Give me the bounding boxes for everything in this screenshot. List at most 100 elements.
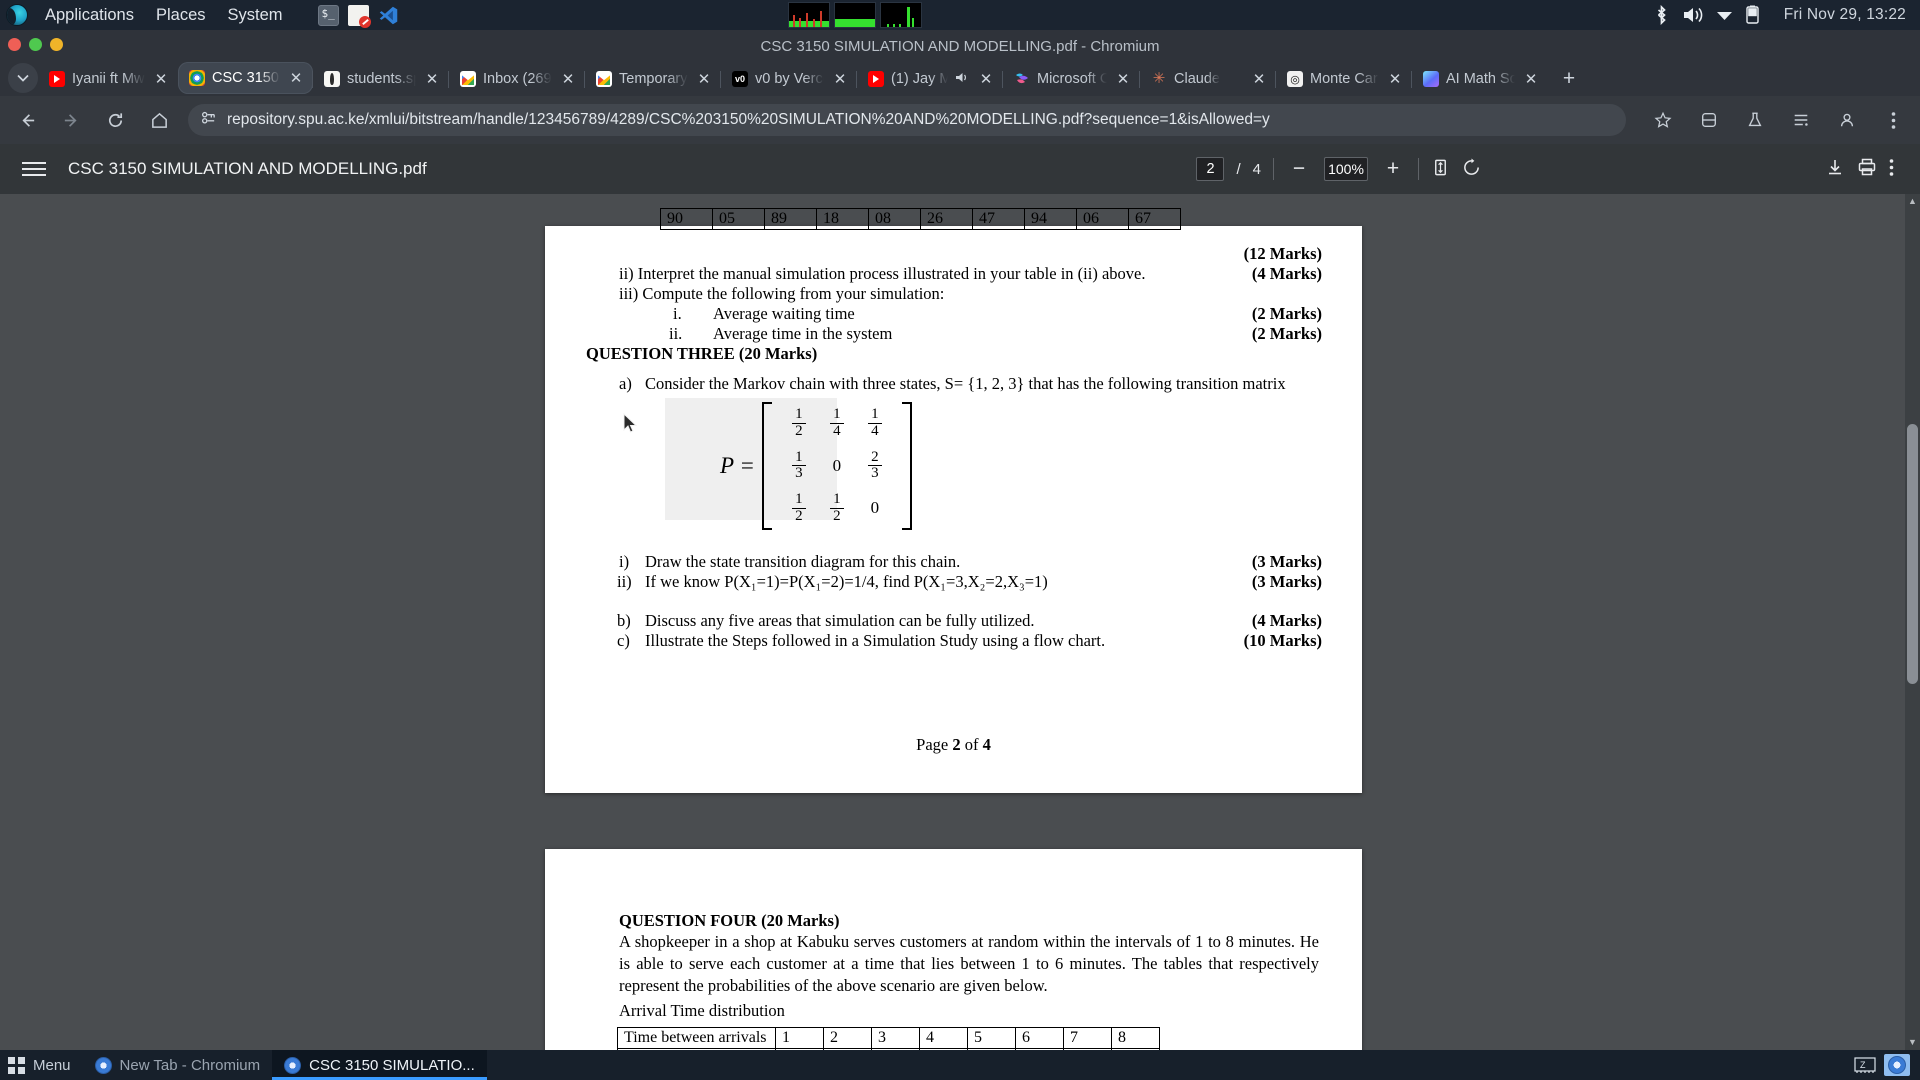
forward-arrow-icon[interactable] <box>54 103 88 137</box>
visualizer-panel-3 <box>880 2 922 28</box>
tab-search-button[interactable] <box>8 63 38 93</box>
matrix-cell: 12 <box>780 491 818 525</box>
taskbar-item-csc-pdf[interactable]: CSC 3150 SIMULATIO... <box>272 1050 487 1080</box>
bluetooth-icon[interactable] <box>1653 5 1670 25</box>
taskbar-item-new-tab[interactable]: New Tab - Chromium <box>83 1050 273 1080</box>
scroll-down-arrow-icon[interactable]: ▼ <box>1905 1035 1920 1050</box>
zoom-out-button[interactable]: − <box>1286 157 1312 181</box>
page-info-icon[interactable] <box>200 109 217 131</box>
scrollbar-thumb[interactable] <box>1907 424 1918 684</box>
tab-inbox[interactable]: Inbox (269) - ✕ <box>448 62 585 96</box>
claude-icon: ✳ <box>1152 70 1166 87</box>
tab-label: Claude <box>1174 71 1220 87</box>
files-icon[interactable] <box>347 4 371 28</box>
tab-close-icon[interactable]: ✕ <box>287 69 305 87</box>
window-minimize-button[interactable] <box>29 38 42 51</box>
q2-sub-i-text: Average waiting time <box>713 304 855 323</box>
three-dot-menu-icon[interactable] <box>1889 158 1894 181</box>
tab-label: Temporary En <box>619 71 688 87</box>
tab-close-icon[interactable]: ✕ <box>559 70 577 88</box>
toolbar-divider <box>1273 158 1274 180</box>
tab-close-icon[interactable]: ✕ <box>1250 70 1268 88</box>
distro-logo-icon[interactable] <box>6 4 28 26</box>
zoom-level-input[interactable]: 100% <box>1324 157 1368 181</box>
pdf-scrollbar[interactable]: ▲ ▼ <box>1905 194 1920 1050</box>
tab-claude[interactable]: ✳ Claude ✕ <box>1139 62 1276 96</box>
address-bar[interactable]: repository.spu.ac.ke/xmlui/bitstream/han… <box>188 104 1626 136</box>
tab-organizer-icon[interactable] <box>1784 103 1818 137</box>
zoom-in-button[interactable]: + <box>1380 157 1406 181</box>
cell: 94 <box>1024 208 1077 230</box>
tab-audio-playing-icon[interactable] <box>955 71 970 88</box>
chromium-icon[interactable] <box>1884 1054 1910 1076</box>
cell: 3 <box>871 1027 920 1049</box>
matrix-cell: 12 <box>818 491 856 525</box>
three-dot-menu-icon[interactable] <box>1876 103 1910 137</box>
home-icon[interactable] <box>142 103 176 137</box>
tab-close-icon[interactable]: ✕ <box>423 70 441 88</box>
tab-close-icon[interactable]: ✕ <box>152 70 170 88</box>
question-four-paragraph: A shopkeeper in a shop at Kabuku serves … <box>619 932 1319 995</box>
fit-page-icon[interactable] <box>1431 158 1450 181</box>
tab-label: v0 by Vercel <box>755 71 824 87</box>
download-icon[interactable] <box>1825 157 1845 181</box>
tab-microsoft-copilot[interactable]: Microsoft Cop ✕ <box>1002 62 1140 96</box>
pdf-page-input[interactable]: 2 <box>1196 157 1225 181</box>
grid-menu-icon <box>8 1056 25 1074</box>
print-icon[interactable] <box>1857 157 1877 181</box>
profile-avatar-icon[interactable] <box>1830 103 1864 137</box>
back-arrow-icon[interactable] <box>10 103 44 137</box>
rotate-icon[interactable] <box>1462 157 1481 181</box>
q2-sub-i-numeral: i. <box>673 304 682 323</box>
star-icon[interactable] <box>1646 103 1680 137</box>
tab-strip: Iyanii ft Mwan ✕ CSC 3150 SIM ✕ students… <box>0 60 1920 96</box>
panel-clock[interactable]: Fri Nov 29, 13:22 <box>1784 6 1906 24</box>
start-menu-label: Menu <box>33 1056 71 1074</box>
tab-students-spu[interactable]: students.spu ✕ <box>312 62 449 96</box>
cell: 7 <box>1063 1027 1112 1049</box>
tab-csc-3150[interactable]: CSC 3150 SIM ✕ <box>178 62 313 94</box>
visualizer-panel-1 <box>788 2 830 28</box>
matrix-row: 13 0 23 <box>780 449 894 483</box>
window-maximize-button[interactable] <box>50 38 63 51</box>
panel-menu-system[interactable]: System <box>217 6 294 25</box>
labs-flask-icon[interactable] <box>1738 103 1772 137</box>
wifi-icon[interactable] <box>1716 8 1733 22</box>
reload-icon[interactable] <box>98 103 132 137</box>
tab-close-icon[interactable]: ✕ <box>831 70 849 88</box>
new-tab-button[interactable]: + <box>1554 64 1584 94</box>
keyboard-layout-icon[interactable]: Z <box>1852 1054 1878 1076</box>
window-close-button[interactable] <box>8 38 21 51</box>
panel-menu-places[interactable]: Places <box>145 6 217 25</box>
table-row: Time between arrivals 1 2 3 4 5 6 7 8 <box>617 1027 1160 1049</box>
arrival-distribution-caption: Arrival Time distribution <box>619 1001 785 1020</box>
tab-close-icon[interactable]: ✕ <box>1386 70 1404 88</box>
youtube-icon <box>868 71 884 87</box>
tab-iyanii[interactable]: Iyanii ft Mwan ✕ <box>38 62 178 96</box>
tab-close-icon[interactable]: ✕ <box>1114 70 1132 88</box>
vscode-icon[interactable] <box>378 5 399 26</box>
hamburger-icon[interactable] <box>22 158 46 180</box>
scroll-up-arrow-icon[interactable]: ▲ <box>1905 194 1920 209</box>
tab-close-icon[interactable]: ✕ <box>1522 70 1540 88</box>
start-menu-button[interactable]: Menu <box>0 1056 83 1074</box>
tab-close-icon[interactable]: ✕ <box>977 70 995 88</box>
terminal-icon[interactable]: $_ <box>317 4 339 26</box>
tab-monte-carlo[interactable]: ◎ Monte Carlo ✕ <box>1275 62 1412 96</box>
tab-label: CSC 3150 SIM <box>212 70 280 86</box>
tab-ai-math-solver[interactable]: AI Math Solve ✕ <box>1411 62 1548 96</box>
cell: 18 <box>816 208 869 230</box>
battery-icon[interactable] <box>1745 5 1760 25</box>
tab-close-icon[interactable]: ✕ <box>695 70 713 88</box>
taskbar-tray: Z <box>1852 1054 1920 1076</box>
extensions-icon[interactable] <box>1692 103 1726 137</box>
tab-temporary-email[interactable]: Temporary En ✕ <box>584 62 721 96</box>
volume-icon[interactable] <box>1682 5 1704 25</box>
pdf-document-area[interactable]: 90 05 89 18 08 26 47 94 06 67 (12 Marks)… <box>0 194 1920 1050</box>
tab-v0-vercel[interactable]: v0 v0 by Vercel ✕ <box>720 62 857 96</box>
pdf-page-total: 4 <box>1252 160 1261 178</box>
tab-jay-melody[interactable]: (1) Jay Mel ✕ <box>856 62 1003 96</box>
panel-menu-applications[interactable]: Applications <box>34 6 145 25</box>
random-digits-table: 90 05 89 18 08 26 47 94 06 67 <box>660 208 1181 230</box>
chromium-glyph-icon <box>1888 1056 1906 1074</box>
